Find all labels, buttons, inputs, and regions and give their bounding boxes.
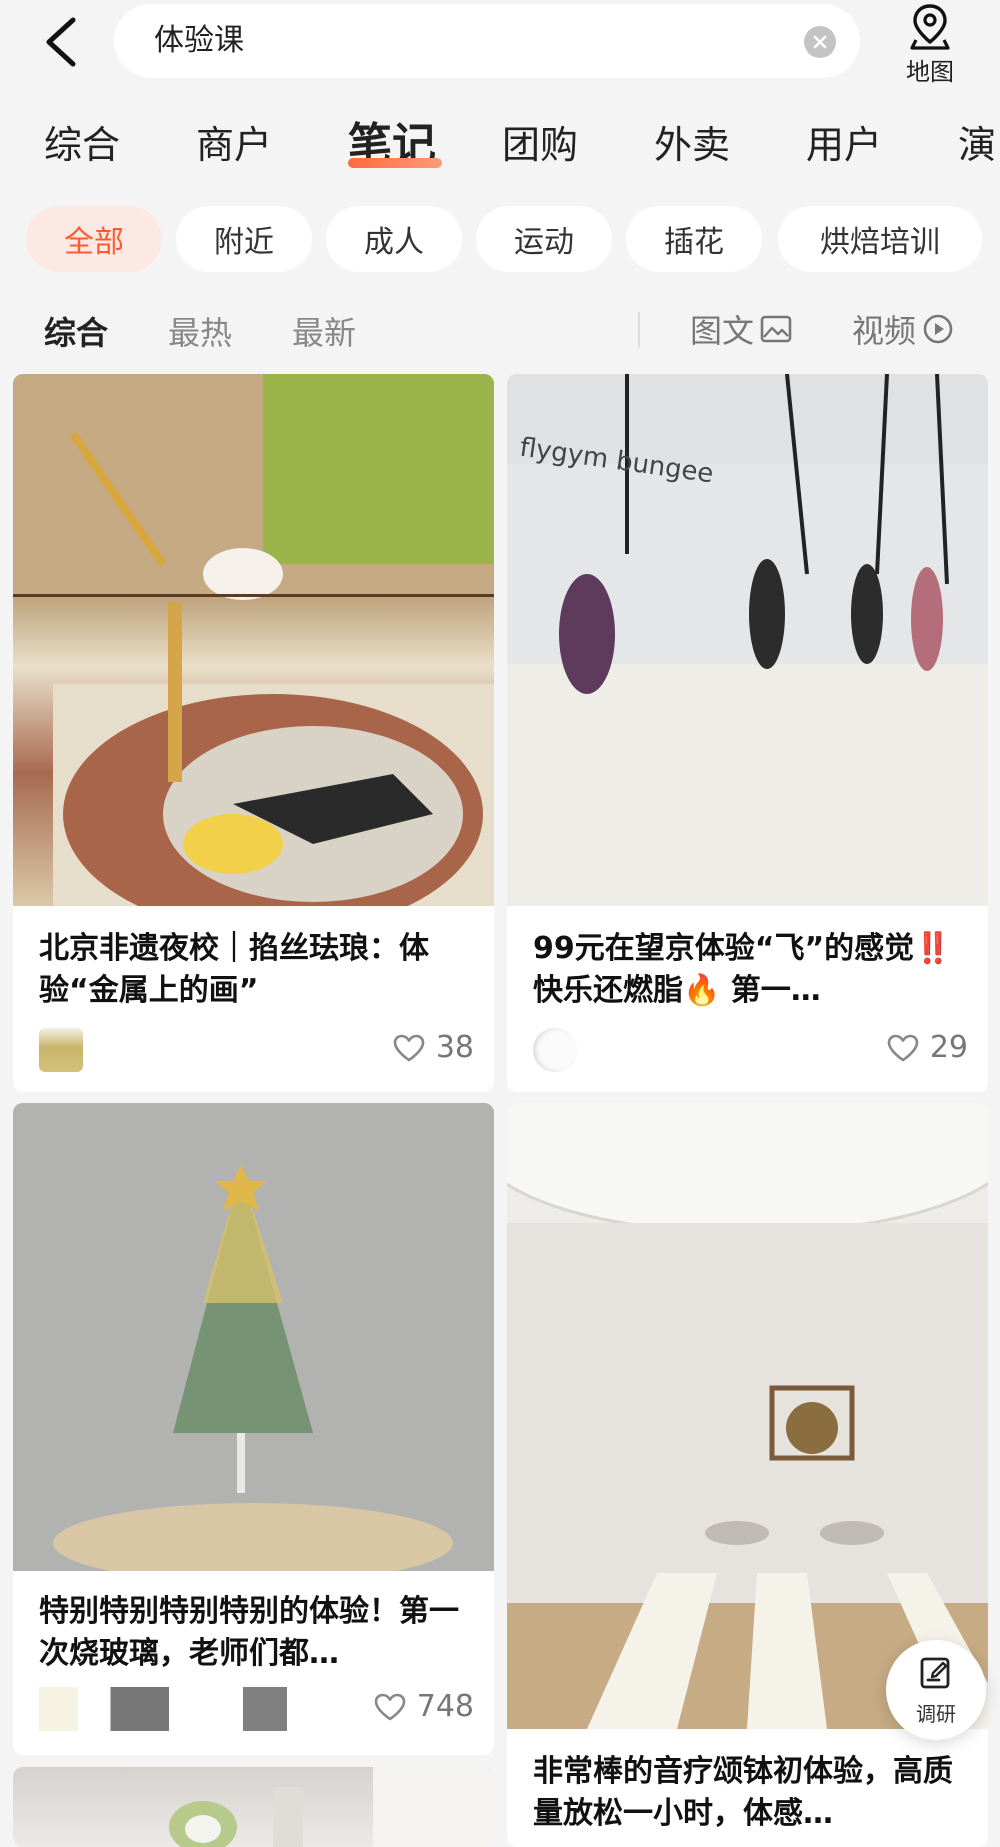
note-image: flygym bungee [507, 374, 988, 906]
view-video-button[interactable]: 视频 [852, 306, 954, 352]
edit-note-icon [920, 1657, 950, 1689]
like-button[interactable]: 38 [392, 1030, 474, 1065]
survey-label: 调研 [916, 1702, 956, 1726]
note-title: 99元在望京体验“飞”的感觉‼️快乐还燃脂🔥 第一… [533, 931, 952, 1008]
like-count: 748 [416, 1689, 474, 1724]
note-image [13, 1767, 494, 1847]
top-search-bar: 体验课 地图 [0, 0, 1000, 92]
note-title: 特别特别特别特别的体验！第一次烧玻璃，老师们都… [39, 1594, 459, 1671]
note-image [13, 1103, 494, 1571]
chip-nearby[interactable]: 附近 [176, 206, 312, 272]
active-tab-indicator [348, 158, 442, 168]
tab-group-buy[interactable]: 团购 [502, 114, 578, 169]
main-tabs: 综合 商户 笔记 团购 外卖 用户 演 [0, 96, 1000, 186]
note-footer: 748 [39, 1683, 474, 1739]
heart-icon [393, 1034, 425, 1061]
note-image [13, 374, 494, 906]
note-card[interactable] [13, 1767, 494, 1847]
play-circle-icon [923, 314, 953, 344]
heart-icon [374, 1693, 406, 1720]
close-icon [813, 35, 827, 49]
like-button[interactable]: 29 [886, 1030, 968, 1065]
view-image-text-button[interactable]: 图文 [690, 306, 792, 352]
tab-takeout[interactable]: 外卖 [654, 114, 730, 169]
note-footer: 29 [533, 1024, 968, 1080]
image-icon [760, 315, 792, 343]
note-card[interactable]: 特别特别特别特别的体验！第一次烧玻璃，老师们都… 748 [13, 1103, 494, 1755]
tab-users[interactable]: 用户 [806, 114, 882, 169]
sort-bar: 综合 最热 最新 图文 视频 [0, 292, 1000, 368]
author-avatar[interactable] [533, 1028, 577, 1072]
chevron-left-icon [46, 17, 76, 67]
view-video-label: 视频 [852, 312, 917, 350]
sort-divider [638, 312, 640, 348]
survey-button[interactable]: 调研 [886, 1640, 986, 1740]
search-input[interactable]: 体验课 [114, 4, 860, 78]
author-avatar[interactable] [39, 1687, 169, 1731]
note-image [507, 1103, 988, 1729]
sort-hottest[interactable]: 最热 [168, 308, 232, 354]
like-button[interactable]: 748 [373, 1689, 474, 1724]
chip-baking-training[interactable]: 烘焙培训 [778, 206, 982, 272]
clear-search-button[interactable] [804, 26, 836, 58]
tab-comprehensive[interactable]: 综合 [44, 114, 120, 169]
map-button[interactable]: 地图 [890, 0, 970, 86]
note-title: 北京非遗夜校｜掐丝珐琅：体验“金属上的画” [39, 931, 429, 1008]
note-card[interactable]: 北京非遗夜校｜掐丝珐琅：体验“金属上的画” 38 [13, 374, 494, 1092]
like-count: 38 [435, 1030, 474, 1065]
author-badge [243, 1687, 287, 1731]
note-card[interactable]: flygym bungee 99元在望京体验“飞”的感觉‼️快乐还燃脂🔥 第一…… [507, 374, 988, 1092]
view-image-text-label: 图文 [690, 312, 755, 350]
like-count: 29 [929, 1030, 968, 1065]
heart-icon [887, 1034, 919, 1061]
sort-newest[interactable]: 最新 [292, 308, 356, 354]
filter-chips: 全部 附近 成人 运动 插花 烘焙培训 [0, 206, 1000, 276]
chip-all[interactable]: 全部 [26, 206, 162, 272]
tab-shows[interactable]: 演 [958, 114, 996, 169]
sort-comprehensive[interactable]: 综合 [44, 308, 108, 354]
chip-sports[interactable]: 运动 [476, 206, 612, 272]
map-label: 地图 [906, 58, 954, 86]
author-avatar[interactable] [39, 1028, 83, 1072]
search-query: 体验课 [154, 23, 244, 58]
map-pin-icon [910, 4, 950, 50]
note-title: 非常棒的音疗颂钵初体验，高质量放松一小时，体感… [533, 1754, 953, 1831]
back-button[interactable] [30, 10, 90, 74]
chip-flower-arranging[interactable]: 插花 [626, 206, 762, 272]
tab-merchants[interactable]: 商户 [196, 114, 272, 169]
note-footer: 38 [39, 1024, 474, 1080]
chip-adult[interactable]: 成人 [326, 206, 462, 272]
